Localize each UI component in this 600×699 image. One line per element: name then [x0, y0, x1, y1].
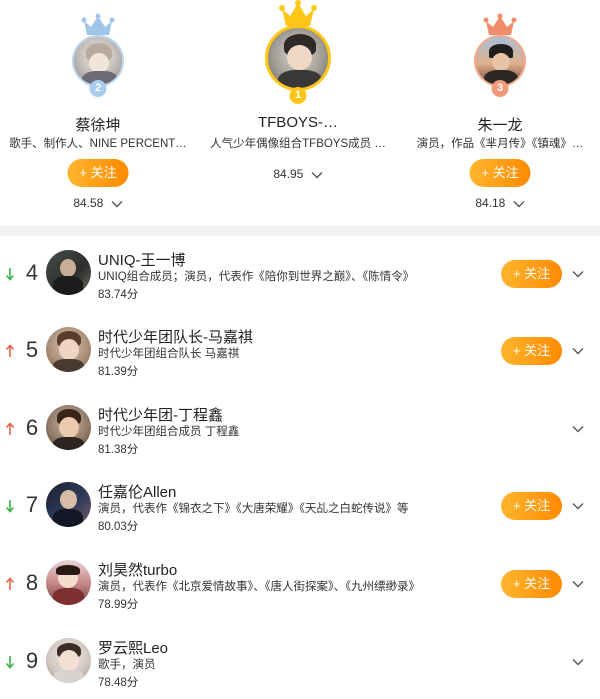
section-divider [0, 226, 600, 236]
celebrity-name[interactable]: 时代少年团-丁程鑫 [98, 404, 223, 425]
chevron-down-icon[interactable] [571, 344, 585, 358]
score-value: 84.58 [73, 196, 104, 210]
celebrity-name[interactable]: 罗云熙Leo [98, 637, 168, 658]
rank-badge: 1 [289, 87, 307, 104]
follow-button[interactable]: + 关注 [501, 492, 562, 520]
score-value: 81.39分 [98, 366, 139, 378]
list-item[interactable]: 8 刘昊然turbo 演员，代表作《北京爱情故事》、《唐人街探案》、《九州缥缈录… [0, 546, 600, 623]
chevron-down-icon[interactable] [571, 422, 585, 436]
rank-badge: 3 [491, 80, 509, 97]
follow-label: 关注 [524, 576, 551, 591]
follow-label: 关注 [524, 498, 551, 513]
podium-desc: 人气少年偶像组合TFBOYS成员 … [210, 138, 386, 150]
arrow-up-icon [5, 577, 15, 590]
chevron-down-icon [111, 200, 123, 208]
follow-button[interactable]: + 关注 [501, 260, 562, 288]
plus-icon: + [512, 266, 525, 281]
score-value: 80.03分 [98, 521, 139, 533]
podium-name[interactable]: 朱一龙 [400, 114, 600, 135]
podium-score[interactable]: 84.95 [200, 167, 396, 181]
follow-label: 关注 [492, 165, 519, 180]
top3-podium: 2 蔡徐坤 歌手、制作人、NINE PERCENT… + 关注 84.58 1 … [0, 0, 600, 226]
list-item[interactable]: 7 任嘉伦Allen 演员，代表作《锦衣之下》《大唐荣耀》《天乩之白蛇传说》等 … [0, 468, 600, 545]
gold-crown-icon [279, 0, 317, 26]
chevron-down-icon[interactable] [571, 499, 585, 513]
podium-desc: 演员，作品《芈月传》《镇魂》… [416, 138, 584, 150]
celebrity-name[interactable]: 刘昊然turbo [98, 559, 177, 580]
follow-button[interactable]: + 关注 [67, 159, 129, 187]
bronze-crown-icon [483, 13, 517, 35]
arrow-down-icon [5, 500, 15, 513]
follow-button[interactable]: + 关注 [469, 159, 531, 187]
avatar[interactable] [46, 327, 91, 372]
score-value: 83.74分 [98, 289, 139, 301]
celebrity-desc: 时代少年团组合队长 马嘉祺 [98, 348, 240, 360]
list-item[interactable]: 5 时代少年团队长-马嘉祺 时代少年团组合队长 马嘉祺 81.39分 + 关注 [0, 313, 600, 390]
rank-number: 4 [25, 260, 39, 285]
celebrity-desc: 歌手，演员 [98, 659, 156, 671]
chevron-down-icon[interactable] [571, 267, 585, 281]
podium-name[interactable]: 蔡徐坤 [0, 114, 196, 135]
chevron-down-icon[interactable] [571, 577, 585, 591]
list-item[interactable]: 9 罗云熙Leo 歌手，演员 78.48分 [0, 624, 600, 699]
list-item[interactable]: 4 UNIQ-王一博 UNIQ组合成员；演员，代表作《陪你到世界之巅》、《陈情令… [0, 236, 600, 313]
rank-number: 7 [25, 492, 39, 517]
podium-score[interactable]: 84.58 [0, 196, 196, 210]
score-value: 81.38分 [98, 444, 139, 456]
plus-icon: + [512, 343, 525, 358]
chevron-down-icon [513, 200, 525, 208]
avatar[interactable] [265, 25, 331, 91]
podium-item-rank-1: 1 TFBOYS-… 人气少年偶像组合TFBOYS成员 … 84.95 [200, 0, 396, 226]
rank-number: 5 [25, 337, 39, 362]
celebrity-desc: 演员，代表作《锦衣之下》《大唐荣耀》《天乩之白蛇传说》等 [98, 503, 409, 515]
plus-icon: + [481, 165, 493, 180]
follow-label: 关注 [90, 165, 117, 180]
podium-name[interactable]: TFBOYS-… [200, 114, 396, 131]
score-value: 78.99分 [98, 599, 139, 611]
avatar[interactable] [46, 638, 91, 683]
plus-icon: + [512, 576, 525, 591]
arrow-up-icon [5, 344, 15, 357]
celebrity-desc: 时代少年团组合成员 丁程鑫 [98, 426, 240, 438]
follow-button[interactable]: + 关注 [501, 337, 562, 365]
rank-badge: 2 [89, 80, 107, 97]
avatar[interactable] [46, 560, 91, 605]
silver-crown-icon [81, 13, 115, 35]
arrow-down-icon [5, 656, 15, 669]
score-value: 84.95 [273, 167, 304, 181]
arrow-down-icon [5, 268, 15, 281]
avatar[interactable] [46, 405, 91, 450]
follow-label: 关注 [524, 266, 551, 281]
rank-number: 8 [25, 570, 39, 595]
chevron-down-icon[interactable] [571, 655, 585, 669]
follow-label: 关注 [524, 343, 551, 358]
celebrity-name[interactable]: 时代少年团队长-马嘉祺 [98, 326, 253, 347]
podium-desc: 歌手、制作人、NINE PERCENT… [9, 138, 187, 150]
avatar[interactable] [46, 250, 91, 295]
arrow-up-icon [5, 422, 15, 435]
rank-number: 6 [25, 415, 39, 440]
score-value: 84.18 [475, 196, 506, 210]
celebrity-desc: 演员，代表作《北京爱情故事》、《唐人街探案》、《九州缥缈录》 [98, 581, 420, 593]
chevron-down-icon [311, 171, 323, 179]
plus-icon: + [512, 498, 525, 513]
plus-icon: + [79, 165, 91, 180]
celebrity-desc: UNIQ组合成员；演员，代表作《陪你到世界之巅》、《陈情令》 [98, 271, 415, 283]
list-item[interactable]: 6 时代少年团-丁程鑫 时代少年团组合成员 丁程鑫 81.38分 [0, 391, 600, 468]
podium-score[interactable]: 84.18 [400, 196, 600, 210]
rank-number: 9 [25, 648, 39, 673]
podium-item-rank-2: 2 蔡徐坤 歌手、制作人、NINE PERCENT… + 关注 84.58 [0, 0, 196, 226]
score-value: 78.48分 [98, 677, 139, 689]
follow-button[interactable]: + 关注 [501, 570, 562, 598]
celebrity-name[interactable]: UNIQ-王一博 [98, 249, 186, 270]
celebrity-name[interactable]: 任嘉伦Allen [98, 481, 176, 502]
avatar[interactable] [46, 482, 91, 527]
podium-item-rank-3: 3 朱一龙 演员，作品《芈月传》《镇魂》… + 关注 84.18 [400, 0, 600, 226]
